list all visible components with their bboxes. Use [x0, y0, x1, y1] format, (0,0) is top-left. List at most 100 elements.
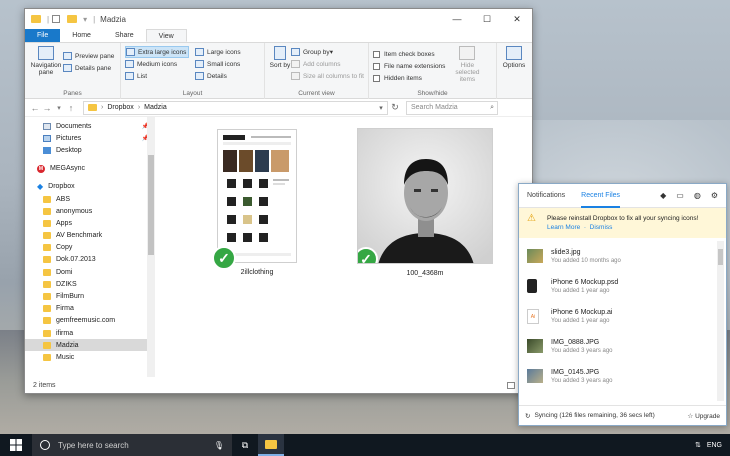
webpage-screenshot-thumbnail: [221, 133, 293, 259]
minimize-icon[interactable]: —: [442, 9, 472, 29]
nav-item-pictures[interactable]: Pictures 📌: [25, 132, 155, 144]
file-name-extensions-toggle[interactable]: File name extensions: [373, 60, 445, 72]
nav-folder-dziks[interactable]: DZIKS: [25, 278, 155, 290]
back-arrow-icon[interactable]: ←: [29, 103, 41, 113]
open-folder-icon[interactable]: ▭: [676, 191, 684, 200]
cortana-icon: [40, 440, 50, 450]
tab-file[interactable]: File: [25, 29, 61, 42]
nav-folder-anonymous[interactable]: anonymous: [25, 205, 155, 217]
tab-notifications[interactable]: Notifications: [527, 184, 565, 208]
options-button[interactable]: Options: [501, 46, 527, 69]
nav-scrollbar[interactable]: [147, 117, 155, 377]
item-check-boxes-toggle[interactable]: Item check boxes: [373, 48, 445, 60]
microphone-icon[interactable]: 🎙: [214, 441, 224, 450]
nav-item-dropbox[interactable]: ◆ Dropbox: [25, 181, 155, 193]
start-button[interactable]: [0, 439, 32, 451]
chevron-down-icon[interactable]: ▾: [83, 15, 87, 24]
nav-folder-ifirma[interactable]: ifirma: [25, 327, 155, 339]
address-bar[interactable]: › Dropbox › Madzia ▾: [83, 100, 388, 115]
forward-arrow-icon[interactable]: →: [41, 103, 53, 113]
tab-view[interactable]: View: [145, 29, 187, 42]
layout-small-label: Small icons: [207, 60, 241, 68]
gear-icon[interactable]: ⚙: [711, 191, 718, 200]
add-columns-button[interactable]: Add columns: [290, 58, 364, 70]
layout-extra-large-icons[interactable]: Extra large icons: [125, 46, 189, 58]
nav-folder-abs[interactable]: ABS: [25, 193, 155, 205]
size-columns-button[interactable]: Size all columns to fit: [290, 70, 364, 82]
dismiss-link[interactable]: Dismiss: [590, 224, 613, 231]
title-bar[interactable]: | ▾ | Madzia — ☐ ✕: [25, 9, 532, 29]
folder-icon: [43, 305, 51, 313]
file-name-extensions-checkbox[interactable]: [373, 62, 380, 70]
nav-folder-apps[interactable]: Apps: [25, 217, 155, 229]
refresh-icon[interactable]: ↻: [388, 102, 402, 113]
nav-folder-music[interactable]: Music: [25, 351, 155, 363]
dropbox-logo-icon[interactable]: ◆: [660, 191, 666, 200]
taskbar: Type here to search 🎙 ⧉ ⇅ ENG: [0, 434, 730, 456]
taskbar-file-explorer[interactable]: [258, 434, 284, 456]
file-item[interactable]: ✓ 2illclothing: [212, 129, 297, 276]
tab-recent-files[interactable]: Recent Files: [581, 184, 621, 208]
properties-icon[interactable]: [52, 15, 61, 23]
details-pane-label: Details pane: [75, 64, 112, 72]
nav-folder-copy[interactable]: Copy: [25, 242, 155, 254]
tab-share[interactable]: Share: [103, 29, 146, 42]
nav-folder-madzia[interactable]: Madzia: [25, 339, 155, 352]
size-columns-label: Size all columns to fit: [302, 72, 364, 80]
list-item[interactable]: slide3.jpg You added 10 months ago: [519, 241, 726, 271]
layout-details[interactable]: Details: [195, 70, 259, 82]
list-item[interactable]: IMG_0888.JPG You added 3 years ago: [519, 331, 726, 361]
item-check-boxes-checkbox[interactable]: [373, 50, 380, 58]
tab-home[interactable]: Home: [60, 29, 103, 42]
portrait-photo-thumbnail: [358, 129, 492, 263]
size-columns-icon: [290, 72, 300, 80]
nav-scrollbar-thumb[interactable]: [148, 155, 154, 255]
hidden-items-toggle[interactable]: Hidden items: [373, 72, 445, 84]
layout-large-icons[interactable]: Large icons: [195, 46, 259, 58]
nav-item-desktop[interactable]: Desktop: [25, 144, 155, 156]
preview-pane-button[interactable]: Preview pane: [63, 50, 114, 62]
search-input[interactable]: Search Madzia ⌕: [406, 100, 498, 115]
new-folder-icon[interactable]: [67, 15, 78, 23]
upgrade-button[interactable]: ☆ Upgrade: [687, 412, 720, 420]
nav-folder-av-benchmark[interactable]: AV Benchmark: [25, 230, 155, 242]
breadcrumb-madzia[interactable]: Madzia: [144, 104, 167, 111]
list-item[interactable]: IMG_0145.JPG You added 3 years ago: [519, 361, 726, 391]
task-view-icon[interactable]: ⧉: [232, 440, 258, 451]
file-item[interactable]: ✓ 100_4368m: [357, 128, 493, 277]
folder-icon: [43, 256, 51, 264]
breadcrumb-dropbox[interactable]: Dropbox: [107, 104, 133, 111]
recent-locations-icon[interactable]: ▾: [53, 104, 65, 112]
item-check-boxes-label: Item check boxes: [384, 50, 435, 58]
group-by-button[interactable]: Group by ▾: [290, 46, 364, 58]
nav-folder-gemfreemusic[interactable]: gemfreemusic.com: [25, 315, 155, 327]
language-indicator[interactable]: ENG: [707, 442, 722, 449]
list-item[interactable]: iPhone 6 Mockup.psd You added 1 year ago: [519, 271, 726, 301]
recent-files-scrollbar-thumb[interactable]: [718, 249, 723, 265]
network-icon[interactable]: ⇅: [695, 441, 701, 449]
medium-icons-icon: [125, 60, 134, 68]
nav-folder-dok[interactable]: Dok.07.2013: [25, 254, 155, 266]
nav-folder-firma[interactable]: Firma: [25, 303, 155, 315]
list-item[interactable]: Ai iPhone 6 Mockup.ai You added 1 year ag…: [519, 301, 726, 331]
nav-folder-filmburn[interactable]: FilmBurn: [25, 290, 155, 302]
chevron-down-icon[interactable]: ▾: [375, 104, 387, 112]
nav-folder-domi[interactable]: Domi: [25, 266, 155, 278]
learn-more-link[interactable]: Learn More: [547, 224, 580, 231]
nav-item-megasync[interactable]: M MEGAsync: [25, 163, 155, 175]
details-pane-button[interactable]: Details pane: [63, 62, 114, 74]
layout-small-icons[interactable]: Small icons: [195, 58, 259, 70]
up-arrow-icon[interactable]: ↑: [65, 103, 77, 113]
close-icon[interactable]: ✕: [502, 9, 532, 29]
dropbox-header: Notifications Recent Files ◆ ▭ ◍ ⚙: [519, 184, 726, 208]
layout-medium-icons[interactable]: Medium icons: [125, 58, 189, 70]
taskbar-search-input[interactable]: Type here to search 🎙: [32, 434, 232, 456]
globe-icon[interactable]: ◍: [694, 191, 701, 200]
layout-list[interactable]: List: [125, 70, 189, 82]
recent-files-scrollbar[interactable]: [717, 241, 724, 401]
hidden-items-checkbox[interactable]: [373, 74, 380, 82]
maximize-icon[interactable]: ☐: [472, 9, 502, 29]
nav-item-documents[interactable]: Documents 📌: [25, 120, 155, 132]
recent-file-meta: You added 3 years ago: [551, 347, 613, 354]
details-view-icon[interactable]: [507, 382, 515, 389]
